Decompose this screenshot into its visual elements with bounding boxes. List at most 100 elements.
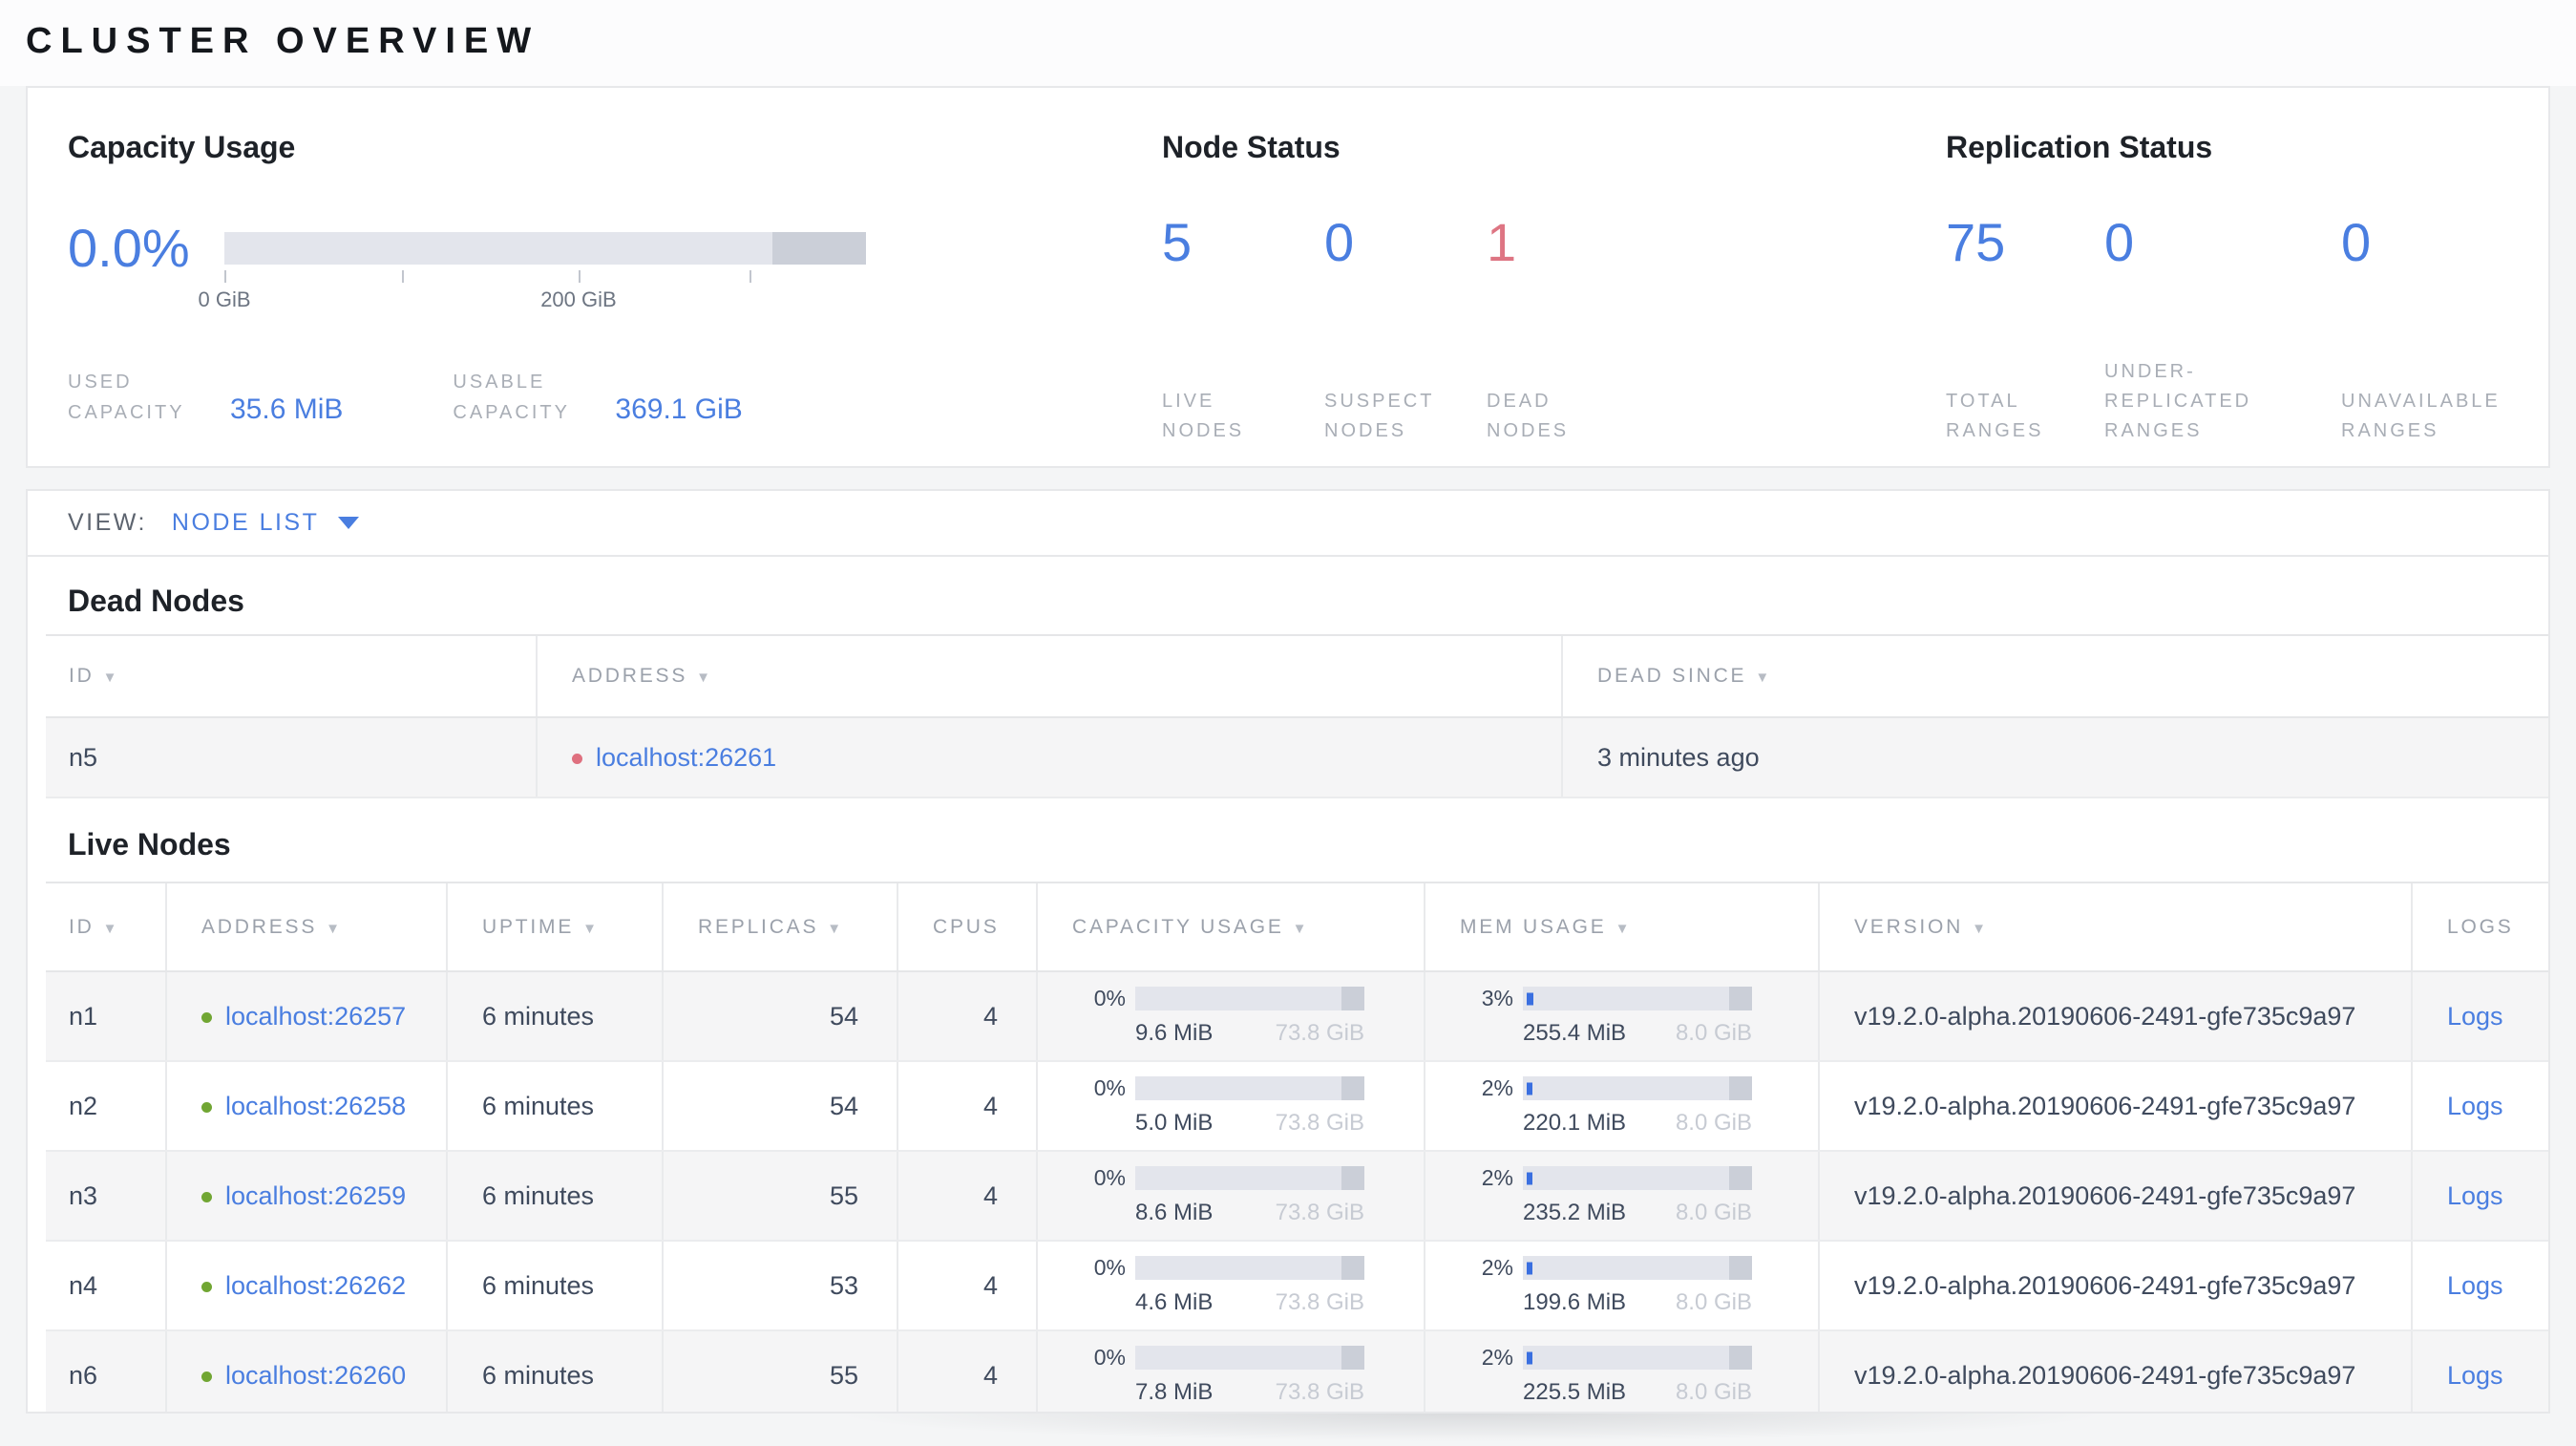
cell-capacity: 0% 8.6 MiB 73.8 GiB — [1036, 1151, 1425, 1242]
used-value: 5.0 MiB — [1135, 1110, 1214, 1136]
stat-label: TOTAL RANGES — [1946, 391, 2044, 441]
usage-percent: 2% — [1481, 1075, 1513, 1100]
cell-mem: 2% 220.1 MiB 8.0 GiB — [1424, 1061, 1819, 1152]
page-title: CLUSTER OVERVIEW — [26, 21, 540, 61]
cell-logs: Logs — [2411, 1241, 2548, 1331]
node-address-link[interactable]: localhost:26260 — [225, 1361, 406, 1390]
column-header-dead_since[interactable]: DEAD SINCE ▼ — [1561, 634, 2548, 718]
dead-nodes-table: ID ▼ ADDRESS ▼ DEAD SINCE ▼ n5 localhost:26261… — [46, 634, 2548, 798]
logs-link[interactable]: Logs — [2447, 1361, 2503, 1390]
usage-percent: 2% — [1481, 1345, 1513, 1370]
cluster-summary-panel: Capacity Usage 0.0% 0 GiB 200 GiB USED C… — [26, 86, 2550, 468]
usage-bar-fill — [1527, 1082, 1532, 1095]
chevron-down-icon[interactable] — [338, 517, 360, 529]
usage-percent: 0% — [1093, 986, 1126, 1010]
cell-address: localhost:26259 — [165, 1151, 447, 1242]
axis-tick — [749, 269, 751, 283]
cell-cpus: 4 — [897, 1330, 1037, 1412]
logs-link[interactable]: Logs — [2447, 1181, 2503, 1210]
node-address-link[interactable]: localhost:26261 — [596, 743, 776, 772]
cell-address: localhost:26262 — [165, 1241, 447, 1331]
usable-capacity-label: USABLE CAPACITY — [453, 372, 570, 423]
used-capacity-metric: USED CAPACITY 35.6 MiB — [68, 367, 343, 428]
capacity-usage-card: Capacity Usage 0.0% 0 GiB 200 GiB USED C… — [68, 88, 866, 428]
node-status-card: Node Status 5 LIVE NODES 0 SUSPECT NODES 1 DE… — [1162, 88, 1649, 446]
cell-mem: 2% 225.5 MiB 8.0 GiB — [1424, 1330, 1819, 1412]
usage-bar — [1135, 1166, 1364, 1190]
cell-replicas: 54 — [662, 971, 897, 1062]
view-dropdown[interactable]: NODE LIST — [172, 509, 319, 537]
cell-capacity: 0% 4.6 MiB 73.8 GiB — [1036, 1241, 1425, 1331]
usage-bar — [1135, 1256, 1364, 1280]
usage-bar — [1523, 987, 1752, 1010]
live-status-dot-icon — [201, 1281, 212, 1292]
cell-replicas: 55 — [662, 1330, 897, 1412]
cell-uptime: 6 minutes — [446, 971, 663, 1062]
column-header-uptime[interactable]: UPTIME ▼ — [446, 882, 663, 972]
usage-bar — [1135, 987, 1364, 1010]
usage-percent: 0% — [1093, 1255, 1126, 1280]
logs-link[interactable]: Logs — [2447, 1092, 2503, 1120]
axis-tick-label: 0 GiB — [198, 287, 251, 311]
cell-cpus: 4 — [897, 971, 1037, 1062]
column-header-cpus: CPUS — [897, 882, 1037, 972]
table-row: n6 localhost:26260 6 minutes 55 4 0% 7.8 MiB 73… — [46, 1330, 2548, 1412]
node-tables-panel: Dead Nodes ID ▼ ADDRESS ▼ DEAD SINCE ▼ n5 loca… — [26, 557, 2550, 1414]
cell-cpus: 4 — [897, 1061, 1037, 1152]
cell-capacity: 0% 9.6 MiB 73.8 GiB — [1036, 971, 1425, 1062]
replication-status-title: Replication Status — [1946, 130, 2213, 164]
used-value: 255.4 MiB — [1523, 1020, 1627, 1046]
summary-stat: 0 UNAVAILABLE RANGES — [2341, 211, 2542, 446]
column-header-id[interactable]: ID ▼ — [46, 882, 166, 972]
node-address-link[interactable]: localhost:26258 — [225, 1092, 406, 1120]
total-value: 8.0 GiB — [1675, 1289, 1752, 1315]
table-row: n5 localhost:26261 3 minutes ago — [46, 717, 2548, 798]
usage-bar — [1135, 1346, 1364, 1370]
logs-link[interactable]: Logs — [2447, 1271, 2503, 1300]
used-value: 8.6 MiB — [1135, 1200, 1214, 1225]
used-capacity-label: USED CAPACITY — [68, 372, 185, 423]
live-nodes-title: Live Nodes — [68, 827, 231, 861]
column-header-address[interactable]: ADDRESS ▼ — [536, 634, 1562, 718]
logs-link[interactable]: Logs — [2447, 1002, 2503, 1031]
cell-mem: 3% 255.4 MiB 8.0 GiB — [1424, 971, 1819, 1062]
total-value: 73.8 GiB — [1275, 1200, 1364, 1225]
capacity-bar-dark-segment — [771, 231, 866, 265]
axis-tick-label: 200 GiB — [540, 287, 617, 311]
used-value: 220.1 MiB — [1523, 1110, 1627, 1136]
capacity-bar-track — [224, 231, 866, 265]
stat-value: 0 — [2104, 212, 2135, 272]
node-address-link[interactable]: localhost:26262 — [225, 1271, 406, 1300]
dead-status-dot-icon — [572, 753, 582, 764]
column-header-version[interactable]: VERSION ▼ — [1818, 882, 2412, 972]
cell-id: n2 — [46, 1061, 166, 1152]
cell-address: localhost:26260 — [165, 1330, 447, 1412]
usage-percent: 2% — [1481, 1165, 1513, 1190]
usage-bar — [1523, 1076, 1752, 1100]
cell-dead_since: 3 minutes ago — [1561, 717, 2548, 798]
cell-id: n3 — [46, 1151, 166, 1242]
live-nodes-table: ID ▼ ADDRESS ▼ UPTIME ▼ REPLICAS ▼ CPUS CAPACITY … — [46, 882, 2548, 1412]
total-value: 8.0 GiB — [1675, 1020, 1752, 1046]
node-address-link[interactable]: localhost:26257 — [225, 1002, 406, 1031]
total-value: 73.8 GiB — [1275, 1379, 1364, 1405]
live-status-dot-icon — [201, 1011, 212, 1023]
cell-version: v19.2.0-alpha.20190606-2491-gfe735c9a97 — [1818, 1241, 2412, 1331]
total-value: 73.8 GiB — [1275, 1110, 1364, 1136]
dead-nodes-title: Dead Nodes — [68, 584, 244, 618]
sort-arrow-icon: ▼ — [827, 920, 844, 937]
table-row: n3 localhost:26259 6 minutes 55 4 0% 8.6 MiB 73… — [46, 1151, 2548, 1242]
column-header-capacity[interactable]: CAPACITY USAGE ▼ — [1036, 882, 1425, 972]
column-header-mem[interactable]: MEM USAGE ▼ — [1424, 882, 1819, 972]
column-header-address[interactable]: ADDRESS ▼ — [165, 882, 447, 972]
node-address-link[interactable]: localhost:26259 — [225, 1181, 406, 1210]
used-capacity-value: 35.6 MiB — [230, 393, 344, 425]
cell-mem: 2% 199.6 MiB 8.0 GiB — [1424, 1241, 1819, 1331]
view-selector-bar: VIEW: NODE LIST — [26, 489, 2550, 557]
used-value: 9.6 MiB — [1135, 1020, 1214, 1046]
usage-bar — [1523, 1166, 1752, 1190]
used-value: 199.6 MiB — [1523, 1289, 1627, 1315]
column-header-replicas[interactable]: REPLICAS ▼ — [662, 882, 897, 972]
stat-label: UNAVAILABLE RANGES — [2341, 391, 2501, 441]
column-header-id[interactable]: ID ▼ — [46, 634, 537, 718]
